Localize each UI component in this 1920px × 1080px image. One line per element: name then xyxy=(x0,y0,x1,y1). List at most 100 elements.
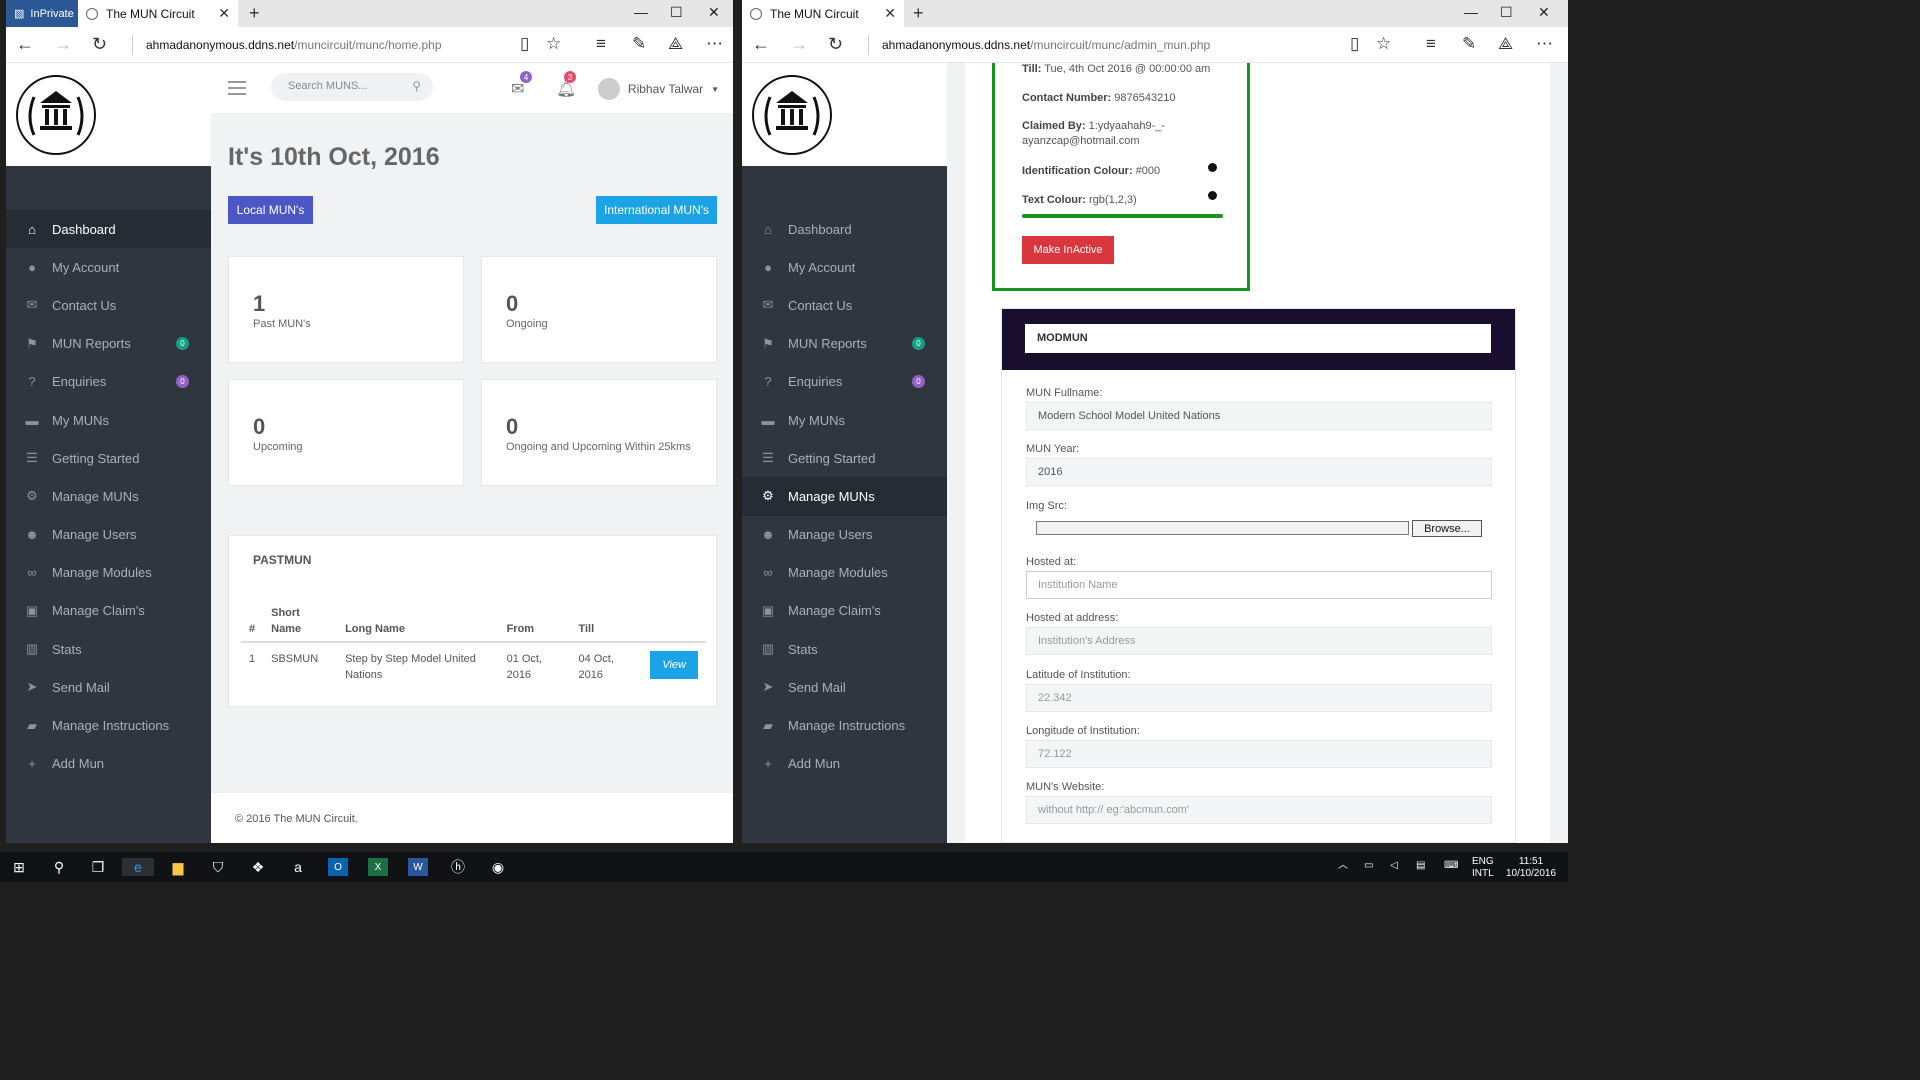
sidebar-item-contact-us[interactable]: ✉ Contact Us xyxy=(742,286,947,324)
refresh-icon[interactable]: ↻ xyxy=(828,34,843,55)
more-icon[interactable]: ⋯ xyxy=(1536,34,1553,54)
language-indicator[interactable]: ENG INTL xyxy=(1472,856,1494,880)
url-field[interactable]: ahmadanonymous.ddns.net/muncircuit/munc/… xyxy=(146,38,442,52)
browser-tab[interactable]: The MUN Circuit ✕ xyxy=(78,0,238,27)
hub-icon[interactable]: ≡ xyxy=(1426,34,1436,54)
forward-icon[interactable]: → xyxy=(790,34,808,55)
sidebar-item-manage-muns[interactable]: ⚙ Manage MUNs xyxy=(742,477,947,516)
web-note-icon[interactable]: ✎ xyxy=(632,34,646,54)
reading-view-icon[interactable]: ▯ xyxy=(520,34,529,54)
mun-fullname-field[interactable]: Modern School Model United Nations xyxy=(1026,402,1492,430)
hosted-address-field[interactable]: Institution's Address xyxy=(1026,627,1492,655)
network-icon[interactable]: ▭ xyxy=(1364,860,1373,872)
dropbox-icon[interactable]: ❖ xyxy=(248,858,268,876)
back-icon[interactable]: ← xyxy=(16,34,34,55)
sidebar-item-contact-us[interactable]: ✉ Contact Us xyxy=(6,286,211,324)
sidebar-item-getting-started[interactable]: ☰ Getting Started xyxy=(742,439,947,477)
sidebar-item-add-mun[interactable]: + Add Mun xyxy=(742,745,947,783)
sidebar-item-manage-claims[interactable]: ▣ Manage Claim's xyxy=(6,592,211,630)
minimize-icon[interactable]: — xyxy=(634,4,648,20)
international-muns-button[interactable]: International MUN's xyxy=(596,196,717,224)
more-icon[interactable]: ⋯ xyxy=(706,34,723,54)
excel-icon[interactable]: X xyxy=(368,858,388,876)
sidebar-item-stats[interactable]: ▥ Stats xyxy=(742,630,947,668)
forward-icon[interactable]: → xyxy=(54,34,72,55)
sidebar-item-send-mail[interactable]: ➤ Send Mail xyxy=(742,668,947,706)
longitude-field[interactable]: 72.122 xyxy=(1026,740,1492,768)
hp-icon[interactable]: ⓗ xyxy=(448,858,468,876)
user-menu[interactable]: Ribhav Talwar ▼ xyxy=(597,78,719,100)
latitude-field[interactable]: 22.342 xyxy=(1026,684,1492,712)
view-button[interactable]: View xyxy=(650,651,698,679)
sidebar-item-mun-reports[interactable]: ⚑ MUN Reports 0 xyxy=(742,325,947,363)
sidebar-item-my-muns[interactable]: ▬ My MUNs xyxy=(6,401,211,439)
sidebar-item-manage-modules[interactable]: ∞ Manage Modules xyxy=(6,554,211,592)
maximize-icon[interactable]: ☐ xyxy=(670,4,683,21)
windows-start-icon[interactable]: ⊞ xyxy=(9,858,29,876)
title-bar: ▧ InPrivate The MUN Circuit ✕ + — ☐ ✕ xyxy=(6,0,733,27)
sidebar-item-manage-claims[interactable]: ▣ Manage Claim's xyxy=(742,592,947,630)
sidebar-item-mun-reports[interactable]: ⚑ MUN Reports 0 xyxy=(6,325,211,363)
sidebar-item-manage-users[interactable]: ☻ Manage Users xyxy=(6,516,211,554)
close-window-icon[interactable]: ✕ xyxy=(1538,4,1550,21)
sidebar-item-my-account[interactable]: ● My Account xyxy=(6,248,211,286)
search-icon[interactable]: ⚲ xyxy=(49,858,69,876)
chevron-up-icon[interactable]: ︿ xyxy=(1338,860,1348,872)
back-icon[interactable]: ← xyxy=(752,34,770,55)
sidebar-item-stats[interactable]: ▥ Stats xyxy=(6,630,211,668)
share-icon[interactable]: ⟁ xyxy=(668,34,683,54)
keyboard-icon[interactable]: ⌨ xyxy=(1444,860,1458,872)
clock[interactable]: 11:51 10/10/2016 xyxy=(1506,856,1556,880)
sidebar-item-send-mail[interactable]: ➤ Send Mail xyxy=(6,668,211,706)
sidebar-item-my-account[interactable]: ● My Account xyxy=(742,248,947,286)
file-explorer-icon[interactable]: ▆ xyxy=(168,858,188,876)
share-icon[interactable]: ⟁ xyxy=(1498,34,1513,54)
globe-icon xyxy=(86,7,98,20)
word-icon[interactable]: W xyxy=(408,858,428,876)
maximize-icon[interactable]: ☐ xyxy=(1500,4,1513,21)
sidebar-item-manage-instructions[interactable]: ▰ Manage Instructions xyxy=(742,706,947,744)
edge-icon[interactable]: e xyxy=(122,858,154,876)
sidebar-item-manage-instructions[interactable]: ▰ Manage Instructions xyxy=(6,706,211,744)
chrome-icon[interactable]: ◉ xyxy=(488,858,508,876)
url-field[interactable]: ahmadanonymous.ddns.net/muncircuit/munc/… xyxy=(882,38,1210,52)
close-window-icon[interactable]: ✕ xyxy=(708,4,720,21)
local-muns-button[interactable]: Local MUN's xyxy=(228,196,313,224)
store-icon[interactable]: ⛉ xyxy=(208,858,228,876)
website-field[interactable]: without http:// eg:'abcmun.com' xyxy=(1026,796,1492,824)
sidebar-item-manage-muns[interactable]: ⚙ Manage MUNs xyxy=(6,477,211,515)
hub-icon[interactable]: ≡ xyxy=(596,34,606,54)
minimize-icon[interactable]: — xyxy=(1464,4,1478,20)
volume-icon[interactable]: ◁ xyxy=(1390,860,1398,872)
sidebar-item-getting-started[interactable]: ☰ Getting Started xyxy=(6,439,211,477)
sidebar-item-my-muns[interactable]: ▬ My MUNs xyxy=(742,401,947,439)
sidebar-item-manage-modules[interactable]: ∞ Manage Modules xyxy=(742,554,947,592)
task-view-icon[interactable]: ❐ xyxy=(88,858,108,876)
hosted-at-field[interactable]: Institution Name xyxy=(1026,571,1492,599)
close-tab-icon[interactable]: ✕ xyxy=(218,5,230,22)
sidebar-item-dashboard[interactable]: ⌂ Dashboard xyxy=(742,210,947,248)
outlook-icon[interactable]: O xyxy=(328,858,348,876)
favorite-star-icon[interactable]: ☆ xyxy=(1376,34,1391,54)
sidebar-item-enquiries[interactable]: ? Enquiries 0 xyxy=(742,363,947,401)
make-inactive-button[interactable]: Make InActive xyxy=(1022,236,1114,264)
search-input[interactable]: Search MUNS... ⚲ xyxy=(271,73,433,101)
favorite-star-icon[interactable]: ☆ xyxy=(546,34,561,54)
action-center-icon[interactable]: ▤ xyxy=(1416,860,1425,872)
mun-year-field[interactable]: 2016 xyxy=(1026,458,1492,486)
hamburger-menu-icon[interactable] xyxy=(228,81,246,99)
reading-view-icon[interactable]: ▯ xyxy=(1350,34,1359,54)
amazon-icon[interactable]: a xyxy=(288,858,308,876)
sidebar-item-dashboard[interactable]: ⌂ Dashboard xyxy=(6,210,211,249)
new-tab-icon[interactable]: + xyxy=(913,3,924,24)
img-src-file-field[interactable] xyxy=(1036,521,1409,535)
new-tab-icon[interactable]: + xyxy=(249,3,260,24)
sidebar-item-add-mun[interactable]: + Add Mun xyxy=(6,745,211,783)
browse-button[interactable]: Browse... xyxy=(1412,520,1482,537)
browser-tab[interactable]: The MUN Circuit ✕ xyxy=(742,0,904,27)
sidebar-item-enquiries[interactable]: ? Enquiries 0 xyxy=(6,363,211,401)
close-tab-icon[interactable]: ✕ xyxy=(884,5,896,22)
refresh-icon[interactable]: ↻ xyxy=(92,34,107,55)
sidebar-item-manage-users[interactable]: ☻ Manage Users xyxy=(742,516,947,554)
web-note-icon[interactable]: ✎ xyxy=(1462,34,1476,54)
